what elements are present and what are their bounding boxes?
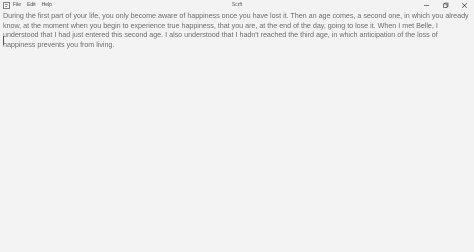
- close-icon: [461, 2, 468, 9]
- minimize-button[interactable]: [417, 0, 436, 11]
- close-button[interactable]: [455, 0, 474, 11]
- title-bar: File Edit Help Scrft: [0, 0, 474, 11]
- minimize-icon: [424, 5, 429, 6]
- app-window: File Edit Help Scrft During the first pa…: [0, 0, 474, 252]
- text-caret: [3, 36, 4, 45]
- menu-file[interactable]: File: [13, 0, 21, 11]
- menu-help[interactable]: Help: [42, 0, 52, 11]
- maximize-button[interactable]: [436, 0, 455, 11]
- menu-edit[interactable]: Edit: [27, 0, 36, 11]
- window-title: Scrft: [231, 2, 243, 8]
- menu-bar: File Edit Help: [13, 0, 58, 11]
- editor-content[interactable]: During the first part of your life, you …: [3, 11, 471, 49]
- window-controls: [417, 0, 474, 11]
- maximize-icon: [443, 2, 449, 8]
- text-editor[interactable]: During the first part of your life, you …: [3, 11, 471, 249]
- app-icon: [3, 2, 10, 9]
